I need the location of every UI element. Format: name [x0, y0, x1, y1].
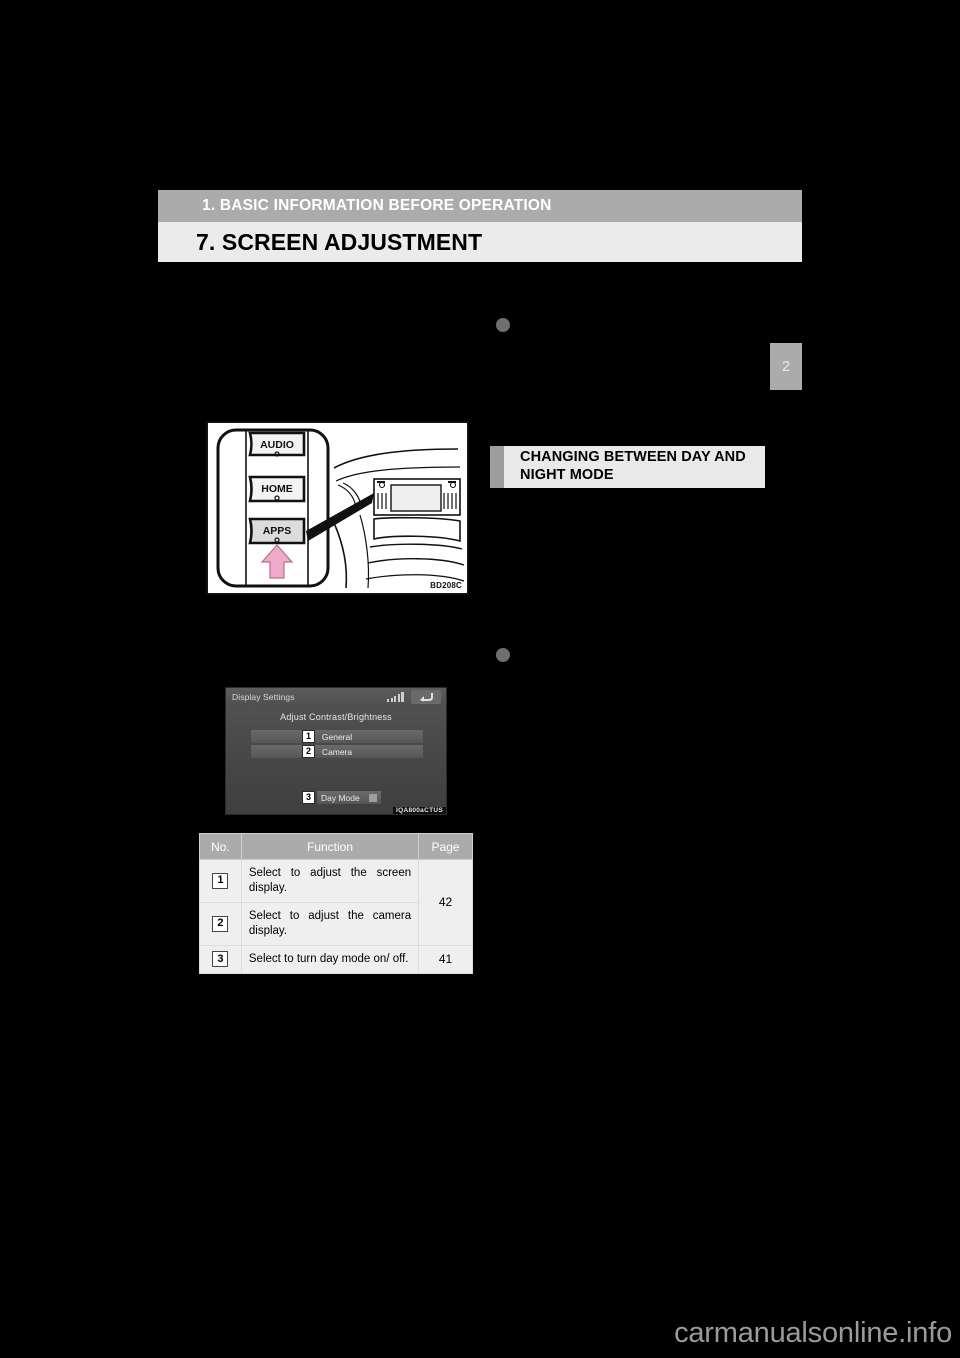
subsection-heading-label: CHANGING BETWEEN DAY AND NIGHT MODE: [520, 449, 746, 483]
table-callout-number: 3: [212, 951, 229, 968]
callout-number-2: 2: [302, 745, 315, 758]
chapter-tab-number: 2: [781, 358, 791, 375]
page-title: 7. SCREEN ADJUSTMENT: [196, 228, 483, 255]
screen-day-mode-label: Day Mode: [321, 792, 360, 803]
table-header-page: Page: [418, 833, 473, 860]
table-cell-function: Select to turn day mode on/ off.: [240, 944, 420, 974]
function-table: No. Function Page 1 Select to adjust the…: [199, 833, 473, 974]
chapter-thumb-tab: 2: [770, 343, 802, 390]
callout-number-1: 1: [302, 730, 315, 743]
table-cell-function: Select to adjust the camera display.: [240, 901, 420, 946]
bullet-marker-2: [496, 648, 510, 662]
day-mode-checkbox-icon[interactable]: [369, 794, 377, 802]
screen-title-bar: Display Settings: [226, 688, 446, 706]
manual-page: 1. BASIC INFORMATION BEFORE OPERATION 7.…: [0, 0, 960, 1358]
signal-strength-icon: [387, 692, 404, 702]
table-row: 3 Select to turn day mode on/ off. 41: [199, 944, 473, 974]
back-arrow-icon[interactable]: [411, 690, 441, 704]
chapter-header-bar: 1. BASIC INFORMATION BEFORE OPERATION: [158, 190, 802, 222]
screen-row-general-label: General: [321, 731, 353, 742]
site-watermark: carmanualsonline.info: [674, 1317, 952, 1349]
table-header-row: No. Function Page: [199, 833, 473, 860]
screen-row-camera[interactable]: Camera: [251, 745, 423, 758]
table-cell-no: 2: [199, 901, 242, 946]
dashboard-illustration-svg: AUDIO HOME APPS: [208, 423, 467, 593]
screen-row-camera-label: Camera: [321, 746, 353, 757]
svg-text:APPS: APPS: [263, 525, 292, 537]
screen-row-general[interactable]: General: [251, 730, 423, 743]
table-cell-page: 42: [418, 859, 473, 946]
table-cell-no: 3: [199, 944, 242, 974]
dashboard-illustration: AUDIO HOME APPS BD208C: [206, 421, 469, 595]
bullet-marker-1: [496, 318, 510, 332]
screen-title: Display Settings: [232, 692, 295, 702]
svg-text:AUDIO: AUDIO: [260, 439, 294, 451]
subsection-accent-bar: [490, 446, 504, 488]
table-row: 1 Select to adjust the screen display. 4…: [199, 859, 473, 946]
table-header-no: No.: [199, 833, 242, 860]
table-callout-number: 1: [212, 872, 229, 889]
section-header-bar: 7. SCREEN ADJUSTMENT: [158, 222, 802, 262]
screen-section-heading: Adjust Contrast/Brightness: [280, 712, 392, 722]
svg-text:HOME: HOME: [261, 483, 293, 495]
table-callout-number: 2: [212, 915, 229, 932]
callout-number-3: 3: [302, 791, 315, 804]
screenshot-credit: IQA800aCTUS: [392, 807, 446, 814]
screen-day-mode-toggle[interactable]: Day Mode: [317, 791, 381, 804]
display-settings-screenshot: Display Settings Adjust Contrast/Brightn…: [225, 687, 447, 815]
table-cell-function: Select to adjust the screen display.: [240, 859, 420, 903]
subsection-heading: CHANGING BETWEEN DAY AND NIGHT MODE: [490, 446, 765, 488]
figure-credit: BD208C: [430, 581, 462, 590]
table-header-function: Function: [240, 833, 420, 860]
table-cell-page: 41: [418, 944, 473, 974]
chapter-title: 1. BASIC INFORMATION BEFORE OPERATION: [202, 197, 552, 214]
table-cell-no: 1: [199, 859, 242, 903]
